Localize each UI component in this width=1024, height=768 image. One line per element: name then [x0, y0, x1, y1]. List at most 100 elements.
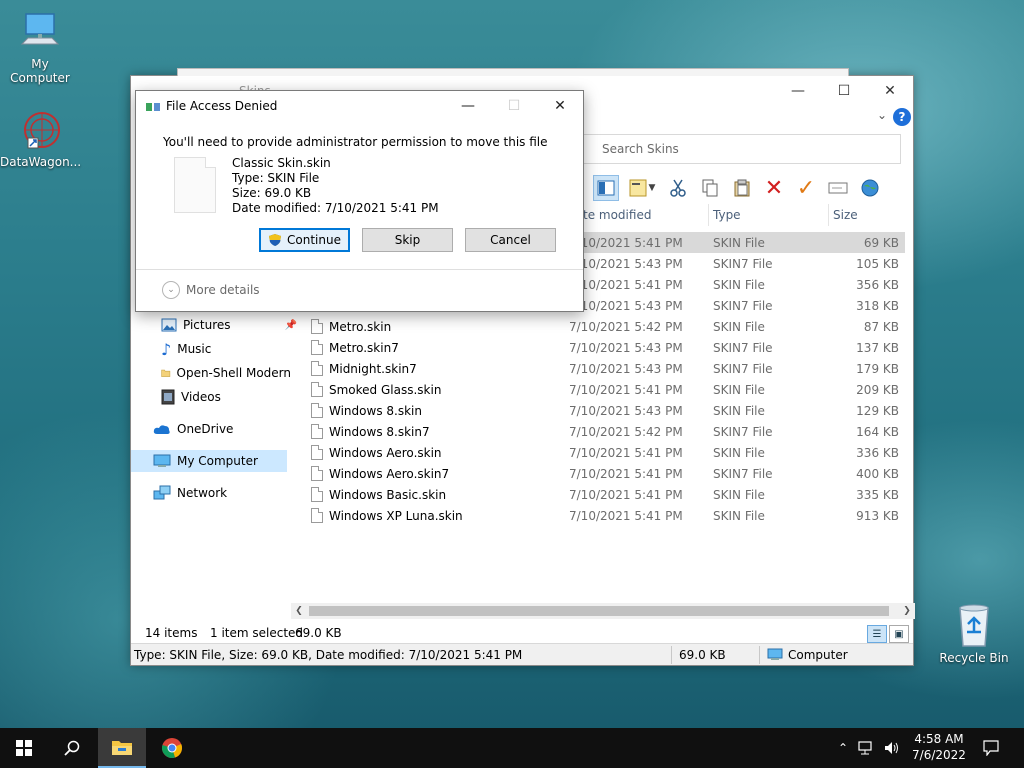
file-size: 129 KB — [856, 403, 899, 418]
file-icon — [311, 424, 323, 439]
ribbon-collapse-icon[interactable]: ⌄ — [877, 108, 887, 122]
dialog-maximize-button: ☐ — [507, 98, 521, 114]
large-icons-view-icon[interactable]: ▣ — [889, 625, 909, 643]
file-type: SKIN File — [713, 487, 765, 502]
file-type: SKIN File — [713, 319, 765, 334]
taskbar-chrome[interactable] — [148, 728, 196, 768]
checkmark-icon[interactable]: ✓ — [793, 175, 819, 201]
file-row[interactable]: Windows Basic.skin 7/10/2021 5:41 PM SKI… — [299, 484, 905, 505]
nav-item-network[interactable]: Network — [153, 482, 293, 504]
delete-icon[interactable]: ✕ — [761, 175, 787, 201]
file-icon — [311, 508, 323, 523]
nav-item-music[interactable]: ♪ Music — [161, 338, 301, 360]
file-date: 7/10/2021 5:41 PM — [569, 487, 683, 502]
column-header-size[interactable]: Size — [829, 204, 905, 226]
dialog-divider — [136, 269, 583, 270]
file-row[interactable]: Metro.skin7 7/10/2021 5:43 PM SKIN7 File… — [299, 337, 905, 358]
dialog-close-button[interactable]: ✕ — [537, 91, 583, 121]
preview-pane-icon[interactable] — [593, 175, 619, 201]
scrollbar-thumb[interactable] — [309, 606, 889, 616]
minimize-button[interactable]: — — [775, 76, 821, 106]
scroll-right-icon[interactable]: ❯ — [899, 603, 915, 619]
help-icon[interactable]: ? — [893, 108, 911, 126]
file-name: Metro.skin — [329, 319, 392, 334]
taskbar-clock[interactable]: 4:58 AM 7/6/2022 — [912, 731, 966, 763]
nav-item-videos[interactable]: Videos — [161, 386, 301, 408]
scroll-left-icon[interactable]: ❮ — [291, 603, 307, 619]
nav-item-pictures[interactable]: Pictures 📌 — [161, 314, 301, 336]
file-icon — [311, 319, 323, 334]
details-view-icon[interactable]: ☰ — [867, 625, 887, 643]
nav-item-my-computer[interactable]: My Computer — [131, 450, 287, 472]
desktop-icon-datawagon[interactable]: DataWagon... — [0, 108, 82, 169]
globe-icon[interactable] — [857, 175, 883, 201]
file-size: 335 KB — [856, 487, 899, 502]
file-icon — [174, 157, 216, 213]
file-row[interactable]: Windows 8.skin7 7/10/2021 5:42 PM SKIN7 … — [299, 421, 905, 442]
start-button[interactable] — [0, 728, 48, 768]
column-header-type[interactable]: Type — [709, 204, 829, 226]
more-details-toggle[interactable]: ⌄ More details — [162, 281, 260, 299]
network-status-icon[interactable] — [858, 741, 874, 755]
copy-icon[interactable] — [697, 175, 723, 201]
file-row[interactable]: Windows 8.skin 7/10/2021 5:43 PM SKIN Fi… — [299, 400, 905, 421]
search-input[interactable]: Search Skins — [579, 134, 901, 164]
volume-icon[interactable] — [884, 741, 900, 755]
file-name: Windows 8.skin7 — [329, 424, 430, 439]
maximize-button[interactable]: ☐ — [821, 76, 867, 106]
file-size: 179 KB — [856, 361, 899, 376]
file-icon — [311, 340, 323, 355]
properties-icon[interactable]: ▼ — [625, 175, 659, 201]
file-icon — [311, 487, 323, 502]
file-size: 164 KB — [856, 424, 899, 439]
column-header-date[interactable]: te modified — [579, 204, 709, 226]
desktop-icon-label: DataWagon... — [0, 155, 82, 169]
item-count-bar: 14 items 1 item selected 69.0 KB — [131, 622, 915, 644]
file-info-name: Classic Skin.skin — [232, 156, 331, 170]
file-date: 7/10/2021 5:43 PM — [569, 361, 683, 376]
dialog-minimize-button[interactable]: — — [445, 91, 491, 121]
file-size: 356 KB — [856, 277, 899, 292]
cut-icon[interactable] — [665, 175, 691, 201]
cancel-button[interactable]: Cancel — [465, 228, 556, 252]
move-file-icon — [146, 103, 160, 111]
file-name: Smoked Glass.skin — [329, 382, 442, 397]
rename-icon[interactable] — [825, 175, 851, 201]
file-type: SKIN File — [713, 235, 765, 250]
file-row[interactable]: Windows Aero.skin 7/10/2021 5:41 PM SKIN… — [299, 442, 905, 463]
continue-button[interactable]: Continue — [259, 228, 350, 252]
skip-button[interactable]: Skip — [362, 228, 453, 252]
skip-label: Skip — [394, 233, 421, 247]
file-type: SKIN7 File — [713, 256, 773, 271]
file-access-denied-dialog: File Access Denied — ☐ ✕ You'll need to … — [135, 90, 584, 312]
paste-icon[interactable] — [729, 175, 755, 201]
desktop-icon-label: My Computer — [10, 57, 70, 85]
notifications-button[interactable] — [968, 728, 1014, 768]
show-hidden-icons-icon[interactable]: ⌃ — [838, 741, 848, 755]
horizontal-scrollbar[interactable]: ❮ ❯ — [291, 603, 915, 619]
file-row[interactable]: Midnight.skin7 7/10/2021 5:43 PM SKIN7 F… — [299, 358, 905, 379]
file-type: SKIN7 File — [713, 466, 773, 481]
nav-item-label: OneDrive — [177, 422, 234, 436]
taskbar-file-explorer[interactable] — [98, 728, 146, 768]
file-size: 105 KB — [856, 256, 899, 271]
file-row[interactable]: Metro.skin 7/10/2021 5:42 PM SKIN File 8… — [299, 316, 905, 337]
close-button[interactable]: ✕ — [867, 76, 913, 106]
file-row[interactable]: Smoked Glass.skin 7/10/2021 5:41 PM SKIN… — [299, 379, 905, 400]
file-size: 400 KB — [856, 466, 899, 481]
file-row[interactable]: Windows Aero.skin7 7/10/2021 5:41 PM SKI… — [299, 463, 905, 484]
windows-logo-icon — [16, 740, 32, 756]
computer-icon — [20, 13, 60, 45]
nav-item-open-shell[interactable]: Open-Shell Modern — [161, 362, 291, 384]
file-row[interactable]: Windows XP Luna.skin 7/10/2021 5:41 PM S… — [299, 505, 905, 526]
file-type: SKIN7 File — [713, 424, 773, 439]
file-icon — [311, 382, 323, 397]
navigation-pane: Pictures 📌 ♪ Music Open-Shell Modern Vid… — [131, 312, 297, 500]
nav-item-label: My Computer — [177, 454, 258, 468]
nav-item-onedrive[interactable]: OneDrive — [153, 418, 293, 440]
search-button[interactable] — [48, 728, 96, 768]
desktop-icon-my-computer[interactable]: My Computer — [0, 10, 80, 85]
status-bar: Type: SKIN File, Size: 69.0 KB, Date mod… — [131, 643, 913, 665]
file-type: SKIN File — [713, 382, 765, 397]
desktop-icon-recycle-bin[interactable]: Recycle Bin — [934, 602, 1014, 665]
